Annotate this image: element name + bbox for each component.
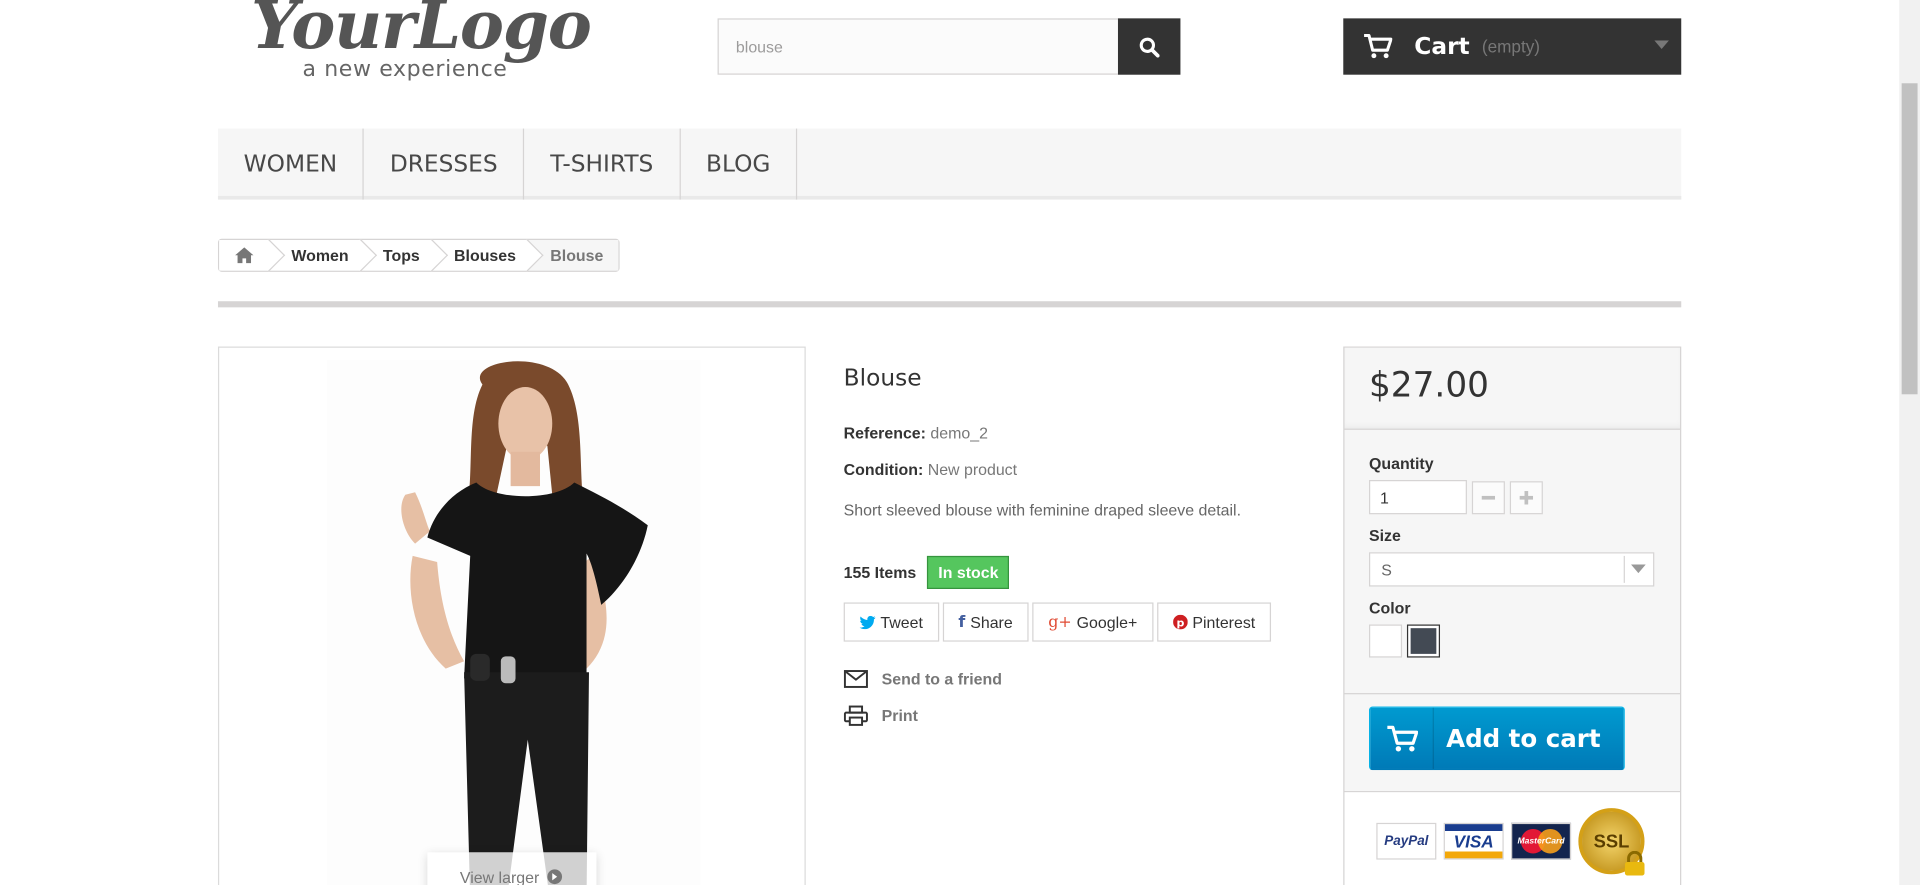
send-to-friend-label: Send to a friend [881, 669, 1002, 688]
quantity-increase-button[interactable] [1509, 480, 1543, 514]
reference-value: demo_2 [930, 423, 988, 443]
facebook-share-button[interactable]: f Share [942, 602, 1029, 642]
print-label: Print [881, 705, 918, 725]
color-swatches [1368, 624, 1656, 658]
menu-item-dresses[interactable]: DRESSES [364, 128, 525, 200]
google-plus-label: Google+ [1076, 612, 1138, 632]
add-to-cart-area: Add to cart [1344, 694, 1681, 793]
product-photo [326, 360, 701, 885]
breadcrumb-label: Tops [382, 246, 420, 265]
chevron-down-icon [1623, 555, 1651, 583]
paypal-text: PayPal [1384, 833, 1429, 849]
site-logo[interactable]: YourLogo a new experience [251, 0, 606, 83]
ssl-badge: SSL [1578, 808, 1645, 876]
print-link[interactable]: Print [843, 698, 1309, 732]
breadcrumb-home[interactable] [219, 240, 270, 271]
quantity-input[interactable] [1368, 480, 1467, 515]
search-button[interactable] [1117, 18, 1181, 75]
shopping-cart-icon [1363, 33, 1393, 60]
mastercard-text: MasterCard [1517, 836, 1565, 846]
menu-item-tshirts[interactable]: T-SHIRTS [525, 128, 681, 200]
color-swatch-black[interactable] [1406, 624, 1441, 658]
size-selected-value: S [1381, 560, 1392, 580]
search-icon [1139, 37, 1160, 57]
send-to-friend-link[interactable]: Send to a friend [843, 661, 1309, 695]
mastercard-logo: MasterCard [1511, 822, 1572, 860]
payment-logos: PayPal VISA MasterCard SSL [1344, 792, 1681, 885]
padlock-icon [1624, 851, 1645, 876]
search-bar [717, 18, 1181, 75]
facebook-icon: f [958, 612, 966, 632]
envelope-icon [843, 669, 882, 688]
visa-logo: VISA [1443, 822, 1504, 860]
buy-box: $27.00 Quantity Size S Color [1343, 346, 1682, 885]
pinterest-label: Pinterest [1192, 612, 1256, 632]
color-label: Color [1368, 598, 1411, 618]
tweet-label: Tweet [880, 612, 923, 632]
add-to-cart-label: Add to cart [1446, 723, 1601, 754]
zoom-icon [547, 868, 564, 885]
reference-label: Reference: [843, 423, 926, 443]
minus-icon [1481, 495, 1496, 499]
view-larger-button[interactable]: View larger [427, 852, 597, 885]
social-sharing: Tweet f Share g+ Google+ p Pinterest [843, 602, 1309, 642]
product-description: Short sleeved blouse with feminine drape… [843, 500, 1242, 520]
quantity-available: 155 Items [843, 563, 917, 582]
home-icon [235, 247, 254, 264]
main-menu: WOMEN DRESSES T-SHIRTS BLOG [217, 128, 1682, 200]
product-image[interactable]: View larger [217, 346, 806, 885]
availability: 155 Items In stock [843, 555, 1309, 589]
scrollbar-thumb[interactable] [1901, 83, 1918, 395]
plus-icon [1519, 490, 1534, 504]
quantity-label: Quantity [1368, 454, 1434, 473]
google-plus-icon: g+ [1048, 612, 1072, 632]
product-actions: Send to a friend Print [843, 661, 1309, 732]
condition-label: Condition: [843, 460, 924, 479]
visa-text: VISA [1453, 831, 1494, 852]
breadcrumb-label: Blouse [550, 246, 604, 265]
view-larger-label: View larger [459, 867, 540, 885]
cart-state: (empty) [1481, 36, 1541, 57]
svg-text:p: p [1176, 616, 1184, 629]
caret-down-icon [1654, 40, 1669, 49]
logo-tagline: a new experience [302, 56, 508, 83]
logo-text: YourLogo [251, 0, 592, 64]
add-to-cart-button[interactable]: Add to cart [1368, 706, 1625, 771]
pinterest-button[interactable]: p Pinterest [1156, 602, 1272, 642]
breadcrumb: Women Tops Blouses Blouse [217, 238, 620, 272]
twitter-icon [859, 615, 876, 629]
divider [217, 301, 1682, 308]
product-info: Blouse Reference: demo_2 Condition: New … [843, 364, 1309, 735]
google-plus-button[interactable]: g+ Google+ [1032, 602, 1154, 642]
print-icon [843, 704, 882, 726]
page: YourLogo a new experience Cart (empty) [0, 0, 1920, 885]
paypal-logo: PayPal [1376, 822, 1437, 860]
page-scrollbar[interactable] [1899, 0, 1920, 885]
shopping-cart-icon [1370, 707, 1434, 769]
size-label: Size [1368, 526, 1401, 545]
condition-value: New product [927, 460, 1018, 479]
product-reference: Reference: demo_2 [844, 424, 1309, 442]
menu-item-women[interactable]: WOMEN [218, 128, 365, 200]
price-row: $27.00 [1344, 347, 1681, 430]
cart-label: Cart [1414, 33, 1470, 61]
cart-block[interactable]: Cart (empty) [1343, 18, 1682, 75]
pinterest-icon: p [1172, 614, 1188, 630]
product-title: Blouse [843, 364, 922, 392]
product-options: Quantity Size S Color [1344, 430, 1681, 695]
quantity-decrease-button[interactable] [1471, 480, 1505, 514]
stock-badge: In stock [927, 555, 1010, 589]
color-swatch-white[interactable] [1368, 624, 1403, 658]
size-select[interactable]: S [1368, 552, 1655, 587]
search-input[interactable] [718, 19, 1120, 74]
share-label: Share [970, 612, 1013, 632]
menu-item-blog[interactable]: BLOG [680, 128, 798, 200]
product-condition: Condition: New product [844, 460, 1309, 478]
ssl-text: SSL [1593, 830, 1630, 852]
product-price: $27.00 [1368, 364, 1489, 406]
breadcrumb-label: Blouses [454, 246, 516, 265]
quantity-control [1368, 480, 1656, 515]
tweet-button[interactable]: Tweet [843, 602, 939, 642]
breadcrumb-label: Women [291, 246, 349, 265]
